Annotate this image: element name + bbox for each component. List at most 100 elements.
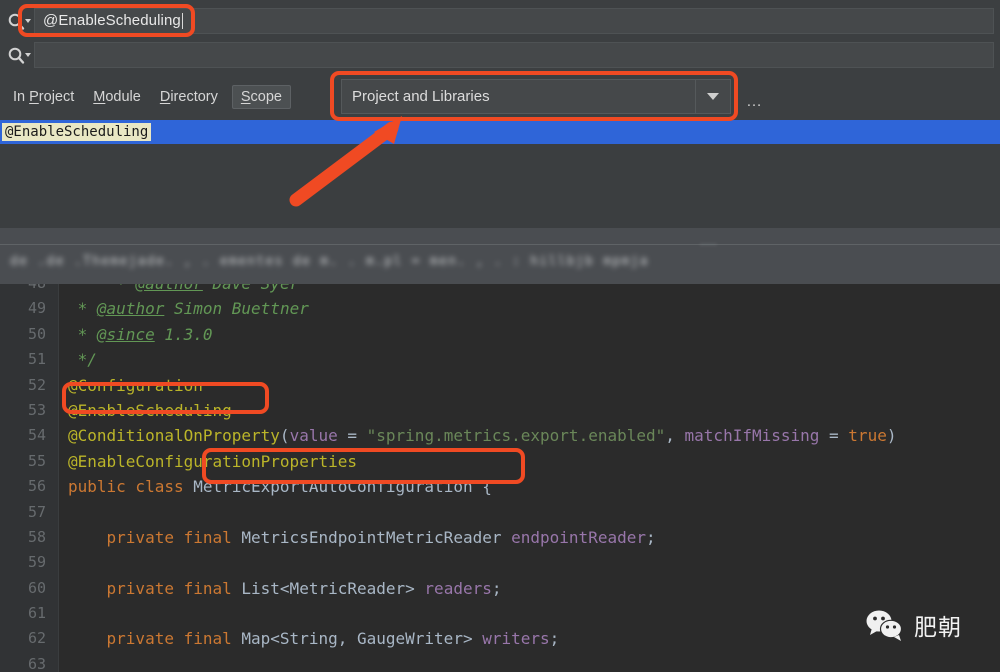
editor-breadcrumb-strip: ..... de .de .Themejade. , . ementes de …: [0, 228, 1000, 284]
code-line-text: * @author Simon Buettner: [68, 296, 309, 321]
code-line[interactable]: 53 @EnableScheduling: [0, 398, 1000, 423]
code-token: =: [337, 426, 367, 446]
search-icon-secondary[interactable]: [6, 43, 34, 67]
chevron-down-icon[interactable]: [696, 80, 730, 113]
code-token: */: [68, 350, 97, 370]
code-token: public class: [68, 477, 194, 497]
code-line-text: * @since 1.3.0: [68, 322, 213, 347]
code-line[interactable]: 50 * @since 1.3.0: [0, 322, 1000, 347]
tab-module-post: odule: [105, 89, 141, 105]
code-token: {: [472, 477, 492, 497]
code-token: ;: [549, 629, 560, 649]
search-input[interactable]: @EnableScheduling: [34, 7, 994, 34]
line-number: 55: [27, 451, 46, 470]
line-number: 52: [27, 375, 46, 394]
code-token: private final: [106, 629, 242, 649]
code-editor[interactable]: 48 * @author Dave Syer49 * @author Simon…: [0, 284, 1000, 672]
code-line[interactable]: 63: [0, 652, 1000, 672]
code-line[interactable]: 57: [0, 500, 1000, 525]
code-line[interactable]: 49 * @author Simon Buettner: [0, 296, 1000, 321]
code-token: List<MetricReader>: [241, 578, 415, 598]
code-token: @author: [96, 299, 165, 319]
tab-module[interactable]: Module: [88, 86, 146, 108]
code-token: endpointReader: [511, 527, 646, 547]
tab-scope[interactable]: Scope: [231, 85, 291, 109]
code-token: ;: [645, 527, 656, 547]
search-row-file-mask: [0, 39, 1000, 70]
file-mask-input[interactable]: [34, 41, 994, 68]
code-token: 1.3.0: [154, 324, 213, 344]
watermark: 肥朝: [865, 608, 962, 642]
code-token: *: [68, 284, 135, 293]
search-results-list[interactable]: [0, 144, 1000, 228]
line-number: 57: [27, 502, 46, 521]
code-line-text: @EnableScheduling: [68, 398, 232, 423]
line-number: 48: [0, 284, 46, 296]
code-line[interactable]: 52 @Configuration: [0, 373, 1000, 398]
code-line-text: @Configuration: [68, 373, 203, 398]
strip-divider: [0, 244, 1000, 245]
code-token: @since: [96, 324, 155, 344]
tab-in-project[interactable]: In Project: [8, 86, 79, 108]
code-token: private final: [106, 578, 242, 598]
search-row-text-to-find: @EnableScheduling: [0, 5, 1000, 36]
code-token: *: [68, 299, 97, 319]
line-number: 61: [27, 604, 46, 623]
code-token: Dave Syer: [203, 284, 300, 293]
line-number: 50: [27, 324, 46, 343]
search-result-row-selected[interactable]: @EnableScheduling: [0, 120, 1000, 144]
code-token: ,: [665, 426, 685, 446]
code-line[interactable]: 61: [0, 601, 1000, 626]
strip-tiny-blurred-text: .....: [700, 237, 718, 247]
tab-in-project-mnemonic: P: [29, 89, 39, 105]
code-line-text: private final MetricsEndpointMetricReade…: [68, 525, 656, 550]
code-line[interactable]: 59: [0, 550, 1000, 575]
code-token: =: [819, 426, 849, 446]
code-line-text: */: [68, 347, 97, 372]
code-line[interactable]: 58 private final MetricsEndpointMetricRe…: [0, 525, 1000, 550]
code-line[interactable]: 60 private final List<MetricReader> read…: [0, 576, 1000, 601]
tab-directory[interactable]: Directory: [155, 86, 223, 108]
tab-in-project-pre: In: [13, 89, 30, 105]
screenshot-root: @EnableScheduling In Project Module Dire…: [0, 0, 1000, 672]
line-number: 54: [27, 426, 46, 445]
code-line[interactable]: 55 @EnableConfigurationProperties: [0, 449, 1000, 474]
code-line-text: private final Map<String, GaugeWriter> w…: [68, 626, 560, 651]
code-content[interactable]: 48 * @author Dave Syer49 * @author Simon…: [0, 284, 1000, 672]
code-line-text: private final List<MetricReader> readers…: [68, 576, 502, 601]
code-token: "spring.metrics.export.enabled": [366, 426, 666, 446]
code-token: writers: [482, 629, 550, 649]
scope-combo-box[interactable]: Project and Libraries: [341, 79, 731, 114]
code-token: ;: [491, 578, 502, 598]
code-token: ): [886, 426, 897, 446]
code-line-text: @EnableConfigurationProperties: [68, 449, 357, 474]
code-token: (: [279, 426, 290, 446]
code-token: MetricsEndpointMetricReader: [241, 527, 502, 547]
search-input-value: @EnableScheduling: [43, 12, 181, 29]
code-line[interactable]: 54 @ConditionalOnProperty(value = "spring…: [0, 423, 1000, 448]
code-token: *: [68, 324, 97, 344]
code-token: Simon Buettner: [164, 299, 309, 319]
tab-in-project-post: roject: [38, 89, 75, 105]
code-line[interactable]: 56 public class MetricExportAutoConfigura…: [0, 474, 1000, 499]
scope-more-button[interactable]: …: [742, 84, 766, 110]
code-line[interactable]: 51 */: [0, 347, 1000, 372]
code-token: readers: [424, 578, 492, 598]
code-line-text: public class MetricExportAutoConfigurati…: [68, 474, 492, 499]
line-number: 56: [27, 477, 46, 496]
tab-directory-mnemonic: D: [159, 89, 171, 105]
line-number: 51: [27, 350, 46, 369]
line-number: 58: [27, 527, 46, 546]
code-line[interactable]: 62 private final Map<String, GaugeWriter…: [0, 626, 1000, 651]
wechat-icon: [866, 610, 903, 641]
line-number: 59: [27, 553, 46, 572]
code-token: @EnableConfigurationProperties: [68, 451, 357, 471]
line-number: 53: [27, 400, 46, 419]
line-number: 49: [27, 299, 46, 318]
search-icon[interactable]: [6, 9, 34, 33]
code-token: @author: [135, 284, 202, 293]
code-line[interactable]: 48 * @author Dave Syer: [0, 284, 1000, 296]
code-token: MetricExportAutoConfiguration: [193, 477, 473, 497]
